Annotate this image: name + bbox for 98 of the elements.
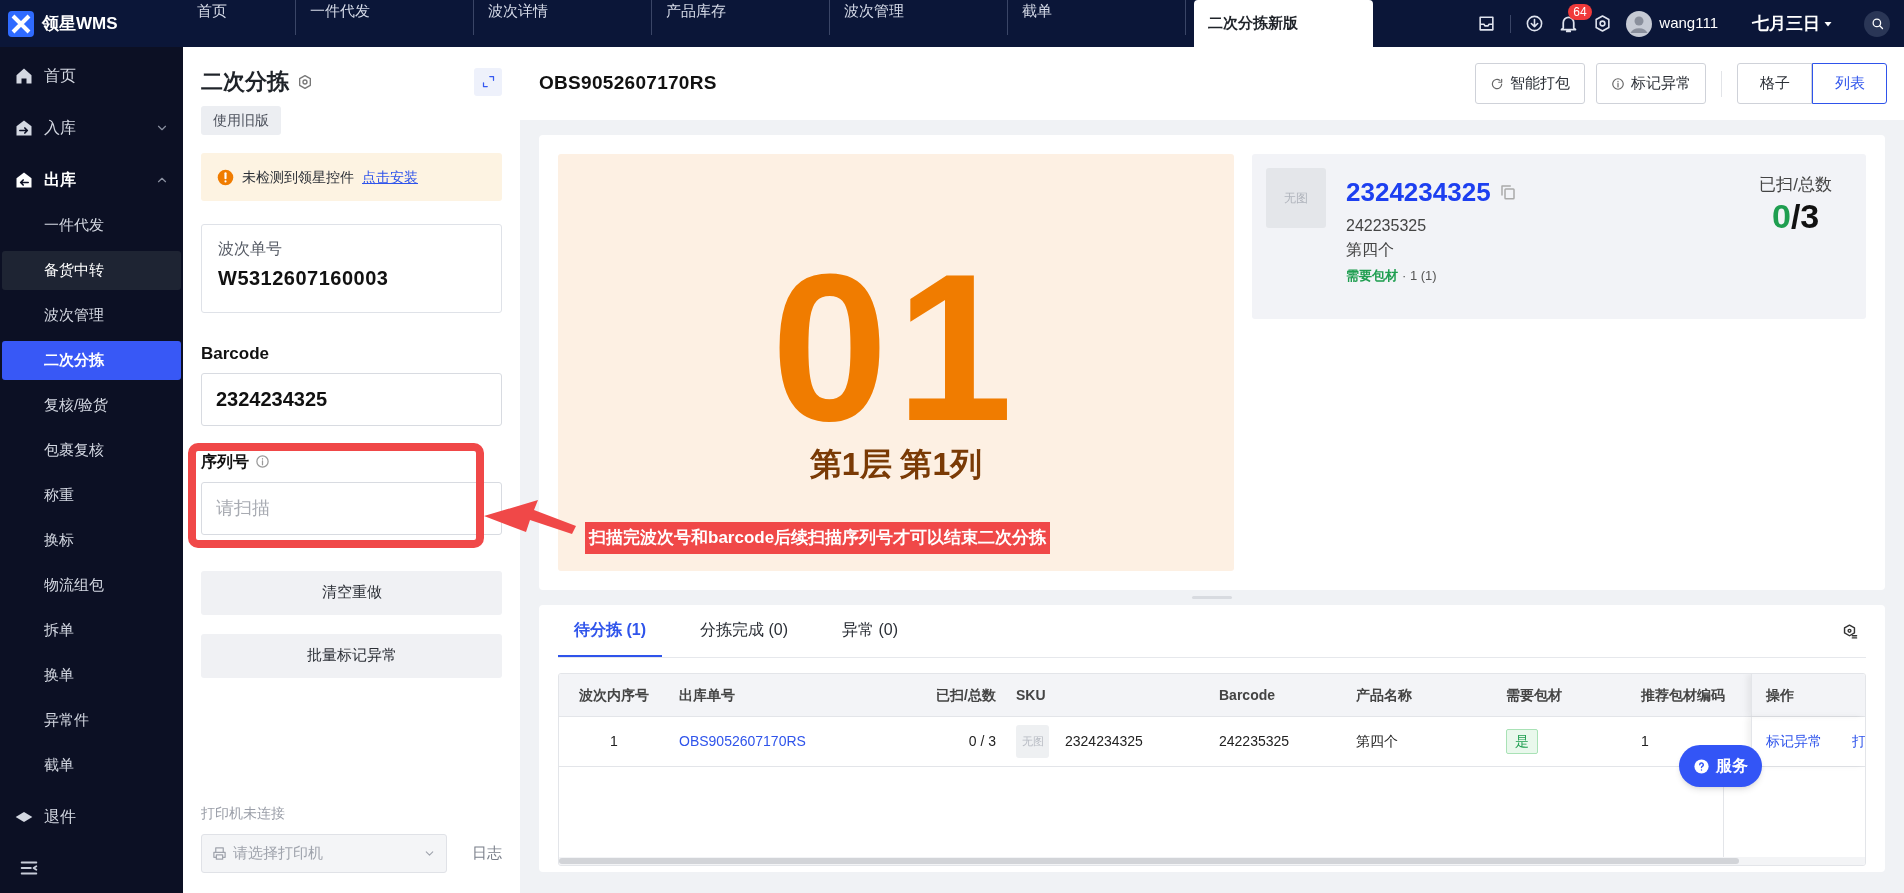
- action-link[interactable]: 打: [1852, 731, 1865, 752]
- scrollbar[interactable]: [559, 858, 1739, 864]
- yes-tag: 是: [1506, 729, 1538, 754]
- sidebar-subitem[interactable]: 波次管理: [2, 296, 181, 335]
- table-cell-text: 1: [1641, 732, 1649, 751]
- install-link[interactable]: 点击安装: [362, 166, 418, 188]
- expand-icon: [480, 74, 496, 89]
- annotation-label: 扫描完波次号和barcode后续扫描序列号才可以结束二次分拣: [585, 522, 1051, 554]
- nav-tab[interactable]: 截单: [1008, 0, 1186, 35]
- expand-button[interactable]: [474, 67, 502, 96]
- packaging-quantity: · 1 (1): [1402, 267, 1437, 285]
- column-header: 波次内序号: [579, 685, 649, 705]
- sidebar-item[interactable]: 入库: [0, 102, 183, 154]
- order-number: OBS9052607170RS: [539, 71, 717, 96]
- view-toggle[interactable]: 列表: [1812, 63, 1887, 104]
- avatar-icon[interactable]: [1626, 10, 1653, 37]
- column-header: Barcode: [1219, 685, 1276, 705]
- old-version-button[interactable]: 使用旧版: [201, 106, 281, 135]
- service-button[interactable]: 服务: [1679, 745, 1762, 787]
- user-name[interactable]: wang111: [1659, 12, 1718, 35]
- column-header: 出库单号: [679, 685, 735, 705]
- nav-tab[interactable]: 产品库存: [652, 0, 830, 35]
- action-link[interactable]: 标记异常: [1766, 731, 1822, 752]
- home-icon: [14, 66, 34, 86]
- order-link[interactable]: OBS9052607170RS: [679, 731, 806, 752]
- warning-icon: [217, 168, 234, 186]
- sidebar-subitem[interactable]: 拆单: [2, 611, 181, 650]
- sidebar-subitem[interactable]: 物流组包: [2, 566, 181, 605]
- sidebar-subitem[interactable]: 二次分拣: [2, 341, 181, 380]
- printer-icon: [212, 846, 227, 861]
- table-cell-text: 2324234325: [1065, 732, 1143, 751]
- column-settings-icon[interactable]: [1841, 622, 1858, 640]
- wave-label: 波次单号: [218, 239, 283, 259]
- nav-tab[interactable]: 二次分拣新版: [1194, 0, 1373, 47]
- view-toggle[interactable]: 格子: [1737, 63, 1812, 104]
- column-header: 产品名称: [1356, 685, 1412, 705]
- sidebar-subitem[interactable]: 换标: [2, 521, 181, 560]
- sidebar-item[interactable]: 退件: [0, 791, 183, 843]
- count-label: 已扫/总数: [1759, 174, 1832, 196]
- info-icon: [255, 454, 270, 469]
- nav-tab[interactable]: 波次详情: [474, 0, 652, 35]
- sidebar-subitem[interactable]: 一件代发: [2, 206, 181, 245]
- packaging-tag: 需要包材: [1346, 266, 1398, 286]
- date-label[interactable]: 七月三日: [1752, 10, 1820, 37]
- download-icon[interactable]: [1525, 14, 1545, 33]
- sidebar-subitem[interactable]: 换单: [2, 656, 181, 695]
- total-count: /3: [1790, 197, 1820, 234]
- column-header: 需要包材: [1506, 685, 1562, 705]
- column-header: 推荐包材编码: [1641, 685, 1725, 705]
- serial-number-field[interactable]: 请扫描: [201, 481, 502, 535]
- smart-pack-button[interactable]: 智能打包: [1475, 63, 1585, 104]
- scanned-count: 0: [1772, 197, 1791, 234]
- barcode-field[interactable]: 2324234325: [201, 372, 502, 426]
- sidebar-subitem[interactable]: 异常件: [2, 701, 181, 740]
- table-cell-text: 1: [610, 732, 618, 751]
- settings-icon[interactable]: [1593, 14, 1613, 33]
- list-tab[interactable]: 异常 (0): [826, 605, 914, 657]
- mark-exception-button[interactable]: 标记异常: [1596, 63, 1706, 104]
- list-tab[interactable]: 待分拣 (1): [558, 605, 662, 657]
- table-cell-text: 0 / 3: [968, 732, 996, 751]
- sidebar-item[interactable]: 首页: [0, 50, 183, 102]
- sidebar-subitem[interactable]: 复核/验货: [2, 386, 181, 425]
- barcode-text: 242235325: [1346, 216, 1428, 236]
- notification-badge: 64: [1568, 4, 1592, 20]
- house-icon: [14, 170, 34, 190]
- logo-icon: [8, 10, 34, 37]
- logo-text: 领星WMS: [42, 12, 118, 35]
- search-button[interactable]: [1864, 10, 1890, 37]
- printer-status: 打印机未连接: [201, 804, 286, 823]
- log-link[interactable]: 日志: [472, 842, 502, 865]
- field-label: 序列号: [201, 451, 249, 472]
- table-cell-text: 242235325: [1219, 732, 1290, 751]
- table-cell-text: 第四个: [1356, 732, 1398, 751]
- refresh-icon: [1490, 76, 1504, 91]
- column-header: 已扫/总数: [936, 685, 996, 705]
- sidebar-item[interactable]: 出库: [0, 154, 183, 206]
- panel-title: 二次分拣: [201, 68, 289, 96]
- inbox-icon[interactable]: [1477, 14, 1497, 33]
- sidebar-subitem[interactable]: 备货中转: [2, 251, 181, 290]
- house-icon: [14, 118, 34, 138]
- batch-mark-exception-button[interactable]: 批量标记异常: [201, 633, 502, 678]
- list-tab[interactable]: 分拣完成 (0): [684, 605, 804, 657]
- info-icon: [1611, 76, 1625, 91]
- wave-number: W5312607160003: [218, 266, 390, 291]
- sidebar-subitem[interactable]: 包裹复核: [2, 431, 181, 470]
- product-name: 第四个: [1346, 240, 1395, 260]
- nav-tab[interactable]: 首页: [183, 0, 296, 35]
- nav-tab[interactable]: 波次管理: [830, 0, 1008, 35]
- column-header: 操作: [1766, 685, 1794, 705]
- field-label: Barcode: [201, 343, 271, 365]
- help-icon: [1693, 757, 1710, 775]
- sku-number: 2324234325: [1346, 176, 1491, 208]
- clear-redo-button[interactable]: 清空重做: [201, 570, 502, 615]
- alert-text: 未检测到领星控件: [242, 167, 354, 187]
- sidebar-subitem[interactable]: 称重: [2, 476, 181, 515]
- column-header: SKU: [1016, 685, 1046, 705]
- nav-tab[interactable]: 一件代发: [296, 0, 474, 35]
- sidebar-subitem[interactable]: 截单: [2, 746, 181, 785]
